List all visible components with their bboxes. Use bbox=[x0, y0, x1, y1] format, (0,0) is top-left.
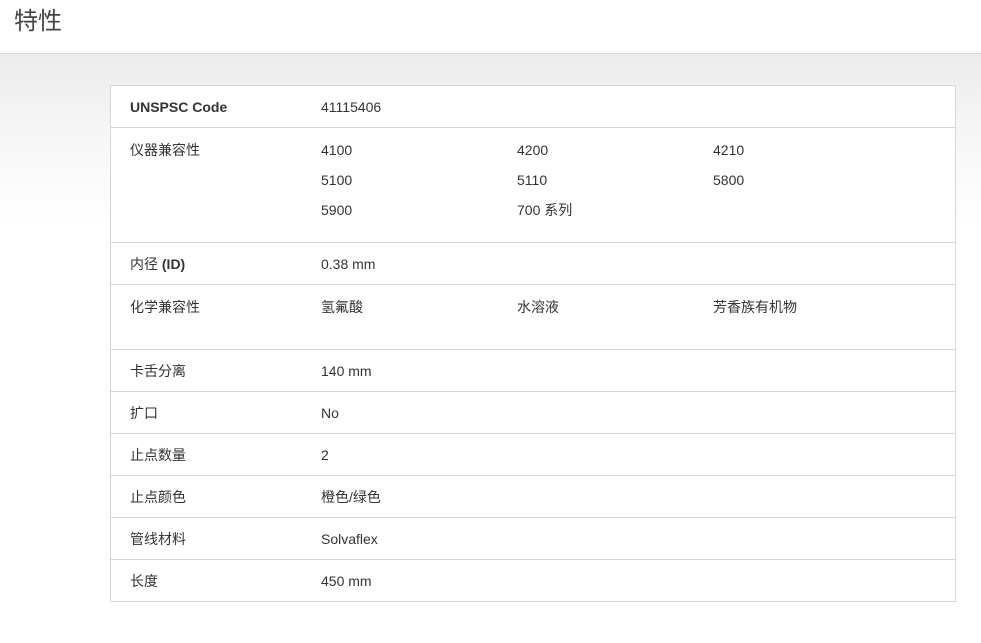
spec-value: 2 bbox=[321, 446, 329, 463]
spec-values: 41115406 bbox=[321, 99, 955, 115]
section-header: 特性 bbox=[0, 0, 981, 54]
spec-row-inner-diameter: 内径 (ID) 0.38 mm bbox=[111, 243, 955, 285]
spec-value: Solvaflex bbox=[321, 530, 378, 547]
spec-label: 止点数量 bbox=[130, 446, 186, 463]
spec-value: 水溶液 bbox=[517, 299, 559, 315]
spec-value: 5800 bbox=[713, 172, 745, 188]
spec-value: 41115406 bbox=[321, 98, 382, 115]
spec-label: 扩口 bbox=[130, 404, 158, 421]
spec-row-clamp-distance: 卡舌分离 140 mm bbox=[111, 350, 955, 392]
spec-value: 4200 bbox=[517, 142, 549, 158]
spec-label: 长度 bbox=[130, 572, 158, 589]
spec-values: 橙色/绿色 bbox=[321, 487, 955, 507]
spec-row-length: 长度 450 mm bbox=[111, 560, 955, 602]
spec-values: 450 mm bbox=[321, 573, 955, 589]
spec-value: 5100 bbox=[321, 172, 353, 188]
spec-value: 芳香族有机物 bbox=[713, 299, 797, 315]
spec-value: 140 mm bbox=[321, 362, 372, 379]
spec-value: 4210 bbox=[713, 142, 745, 158]
spec-value: No bbox=[321, 404, 339, 421]
spec-values: 氢氟酸 水溶液 芳香族有机物 bbox=[321, 299, 955, 315]
spec-values: Solvaflex bbox=[321, 531, 955, 547]
spec-values: 0.38 mm bbox=[321, 256, 955, 272]
spec-value: 5900 bbox=[321, 202, 353, 218]
spec-value: 氢氟酸 bbox=[321, 299, 363, 315]
spec-label-abbr: (ID) bbox=[161, 255, 186, 272]
spec-values: 140 mm bbox=[321, 363, 955, 379]
section-title: 特性 bbox=[14, 8, 62, 35]
spec-values: No bbox=[321, 405, 955, 421]
spec-row-stop-count: 止点数量 2 bbox=[111, 434, 955, 476]
spec-label: 管线材料 bbox=[130, 530, 186, 547]
spec-label: 止点颜色 bbox=[130, 488, 186, 505]
spec-values: 4100 4200 4210 5100 5110 5800 5900 700 系… bbox=[321, 142, 955, 232]
spec-values: 2 bbox=[321, 447, 955, 463]
spec-row-instrument-compatibility: 仪器兼容性 4100 4200 4210 5100 5110 5800 5900… bbox=[111, 128, 955, 243]
spec-value: 5110 bbox=[517, 172, 548, 188]
spec-label: UNSPSC Code bbox=[130, 98, 228, 115]
content-area: UNSPSC Code 41115406 仪器兼容性 4100 4200 421… bbox=[0, 54, 981, 643]
spec-row-tubing-material: 管线材料 Solvaflex bbox=[111, 518, 955, 560]
spec-label: 仪器兼容性 bbox=[130, 142, 200, 158]
page: 特性 UNSPSC Code 41115406 仪器兼容性 4100 4200 … bbox=[0, 0, 981, 643]
spec-value: 0.38 mm bbox=[321, 255, 376, 272]
spec-label: 卡舌分离 bbox=[130, 362, 186, 379]
specifications-table: UNSPSC Code 41115406 仪器兼容性 4100 4200 421… bbox=[110, 85, 956, 602]
spec-row-unspsc: UNSPSC Code 41115406 bbox=[111, 86, 955, 128]
spec-value: 450 mm bbox=[321, 572, 372, 589]
spec-value: 700 系列 bbox=[517, 202, 573, 218]
spec-row-chemical-compatibility: 化学兼容性 氢氟酸 水溶液 芳香族有机物 bbox=[111, 285, 955, 350]
spec-label-text: 内径 bbox=[130, 255, 162, 272]
spec-value: 橙色/绿色 bbox=[321, 488, 381, 505]
spec-label: 内径 (ID) bbox=[111, 254, 321, 274]
spec-value: 4100 bbox=[321, 142, 353, 158]
spec-row-stop-color: 止点颜色 橙色/绿色 bbox=[111, 476, 955, 518]
spec-label: 化学兼容性 bbox=[130, 299, 200, 315]
spec-row-flared: 扩口 No bbox=[111, 392, 955, 434]
